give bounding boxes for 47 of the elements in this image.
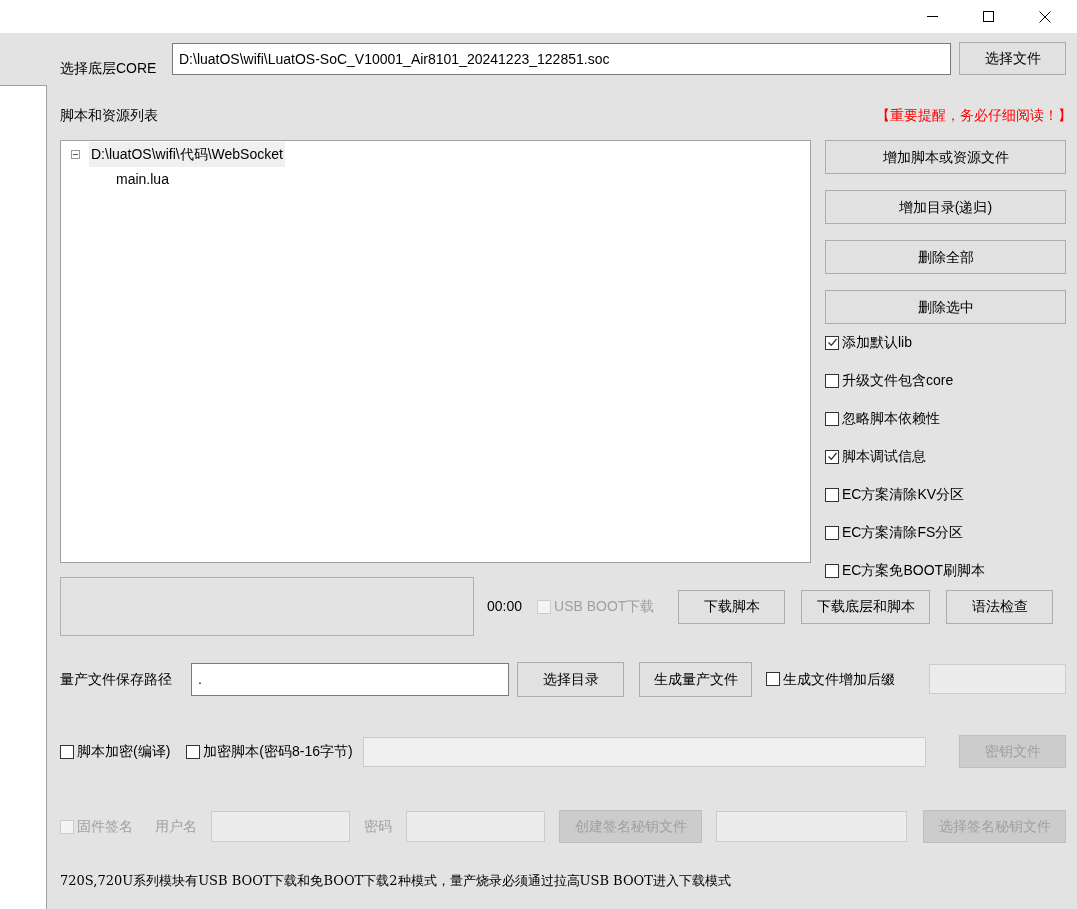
checkbox-label: EC方案免BOOT刷脚本 <box>842 561 986 580</box>
save-path-field[interactable]: . <box>191 662 509 696</box>
hint-text: 720S,720U系列模块有USB BOOT下载和免BOOT下载2种模式，量产烧录必须通过拉高USB BOOT进入下载模式 <box>60 873 731 888</box>
core-path-field[interactable]: D:\luatOS\wifi\LuatOS-SoC_V10001_Air8101_20241223_122851.soc <box>172 43 951 75</box>
password-label: 密码 <box>364 817 392 836</box>
checkbox[interactable] <box>766 672 780 686</box>
close-icon[interactable] <box>1039 10 1051 23</box>
action-button[interactable]: 增加脚本或资源文件 <box>825 140 1066 174</box>
download-button[interactable]: 下载底层和脚本 <box>801 589 931 624</box>
syntax-check-button[interactable]: 语法检查 <box>946 589 1054 624</box>
checkbox-label: USB BOOT下载 <box>554 597 655 616</box>
select-file-button[interactable]: 选择文件 <box>959 42 1066 75</box>
action-button[interactable]: 删除全部 <box>825 240 1066 274</box>
checkbox[interactable] <box>186 744 201 759</box>
action-button[interactable]: 删除选中 <box>825 290 1066 324</box>
checkbox[interactable] <box>825 373 839 388</box>
checkbox-label: 加密脚本(密码8-16字节) <box>203 742 353 761</box>
checkbox[interactable] <box>825 411 839 426</box>
checkbox[interactable] <box>825 335 839 350</box>
checkbox-label: 忽略脚本依赖性 <box>842 409 940 428</box>
checkbox-label: 脚本加密(编译) <box>77 742 171 761</box>
checkbox[interactable] <box>60 744 74 759</box>
checkbox[interactable] <box>825 449 839 464</box>
checkbox-label: 脚本调试信息 <box>842 447 926 466</box>
select-folder-button[interactable]: 选择目录 <box>517 661 624 697</box>
checkbox-label: EC方案清除KV分区 <box>842 485 965 504</box>
checkbox-label: 添加默认lib <box>842 333 912 352</box>
checkbox[interactable] <box>825 487 839 502</box>
username-label: 用户名 <box>155 817 197 836</box>
checkbox-label: 固件签名 <box>77 817 133 836</box>
core-label: 选择底层CORE <box>60 59 158 78</box>
timer-text: 00:00 <box>487 597 523 616</box>
tree-item[interactable]: D:\luatOS\wifi\代码\WebSocket <box>89 142 285 167</box>
tree-item[interactable]: main.lua <box>114 167 171 192</box>
checkbox[interactable] <box>825 563 839 578</box>
checkbox[interactable] <box>825 525 839 540</box>
password-field[interactable] <box>362 736 926 767</box>
checkbox-label: 生成文件增加后缀 <box>783 669 895 689</box>
collapse-icon[interactable] <box>71 150 80 159</box>
download-button[interactable]: 下载脚本 <box>678 589 786 624</box>
checkbox-label: EC方案清除FS分区 <box>842 523 964 542</box>
save-path-label: 量产文件保存路径 <box>60 669 173 689</box>
checkbox-label: 升级文件包含core <box>842 371 954 390</box>
script-list-label: 脚本和资源列表 <box>60 105 158 125</box>
maximize-icon[interactable] <box>983 11 994 22</box>
generate-button[interactable]: 生成量产文件 <box>639 661 752 697</box>
action-button[interactable]: 增加目录(递归) <box>825 190 1066 224</box>
